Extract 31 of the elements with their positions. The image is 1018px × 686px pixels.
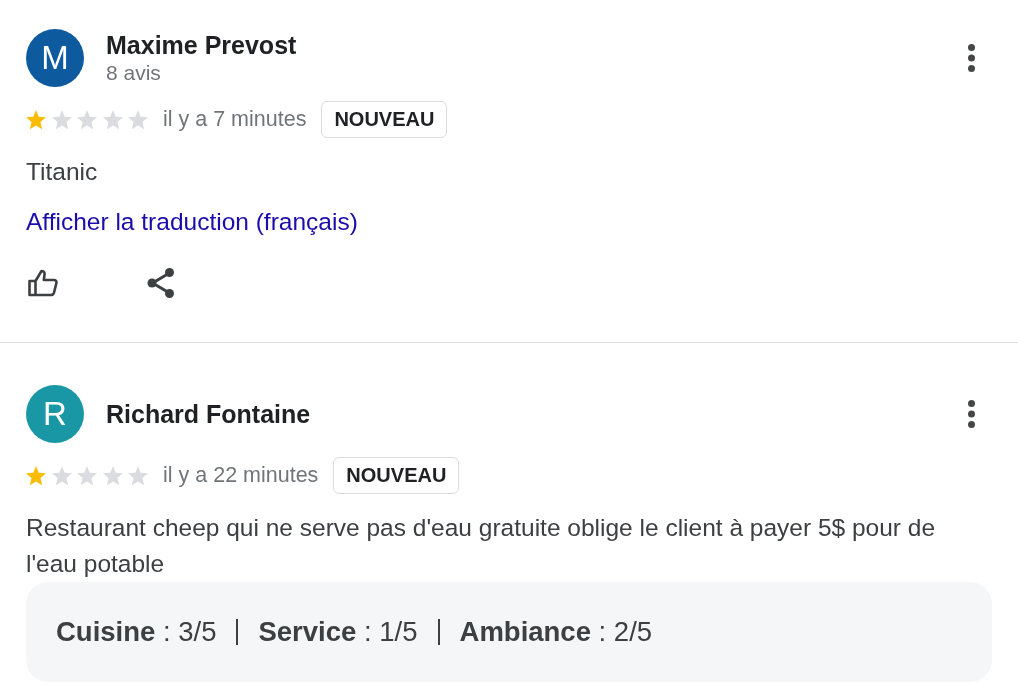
star-icon — [128, 109, 148, 130]
review-text: Restaurant cheep qui ne serve pas d'eau gratuite oblige le client à payer 5$ pour de l'eau potable — [26, 513, 937, 579]
review-count: 8 avis — [106, 60, 161, 85]
thumbs-up-icon — [28, 269, 58, 297]
share-button[interactable] — [146, 267, 175, 299]
star-icon — [26, 109, 46, 130]
reviewer-name: Maxime Prevost — [106, 31, 297, 60]
share-icon — [146, 268, 175, 298]
star-icon — [77, 109, 97, 130]
star-icon — [77, 465, 97, 486]
avatar: M — [26, 29, 84, 87]
more-vert-icon — [967, 400, 975, 428]
star-icon — [102, 109, 123, 130]
sub-rating: Ambiance : 2/5 — [459, 616, 653, 648]
review-time: il y a 7 minutes — [163, 107, 307, 132]
more-vert-icon — [967, 44, 975, 72]
sub-rating: Cuisine : 3/5 — [56, 616, 217, 648]
star-icon — [102, 465, 123, 486]
new-badge: NOUVEAU — [321, 101, 448, 138]
avatar: R — [26, 385, 84, 443]
like-button[interactable] — [28, 267, 58, 299]
sub-rating: Service : 1/5 — [258, 616, 418, 648]
star-icon — [128, 465, 148, 486]
star-icon — [51, 465, 72, 486]
review-time: il y a 22 minutes — [163, 463, 319, 488]
review-text: Titanic — [26, 157, 99, 187]
star-icon — [26, 465, 46, 486]
translate-link[interactable]: Afficher la traduction (français) — [26, 204, 358, 240]
reviewer-name: Richard Fontaine — [106, 399, 311, 429]
star-icon — [51, 109, 72, 130]
new-badge: NOUVEAU — [333, 457, 460, 494]
